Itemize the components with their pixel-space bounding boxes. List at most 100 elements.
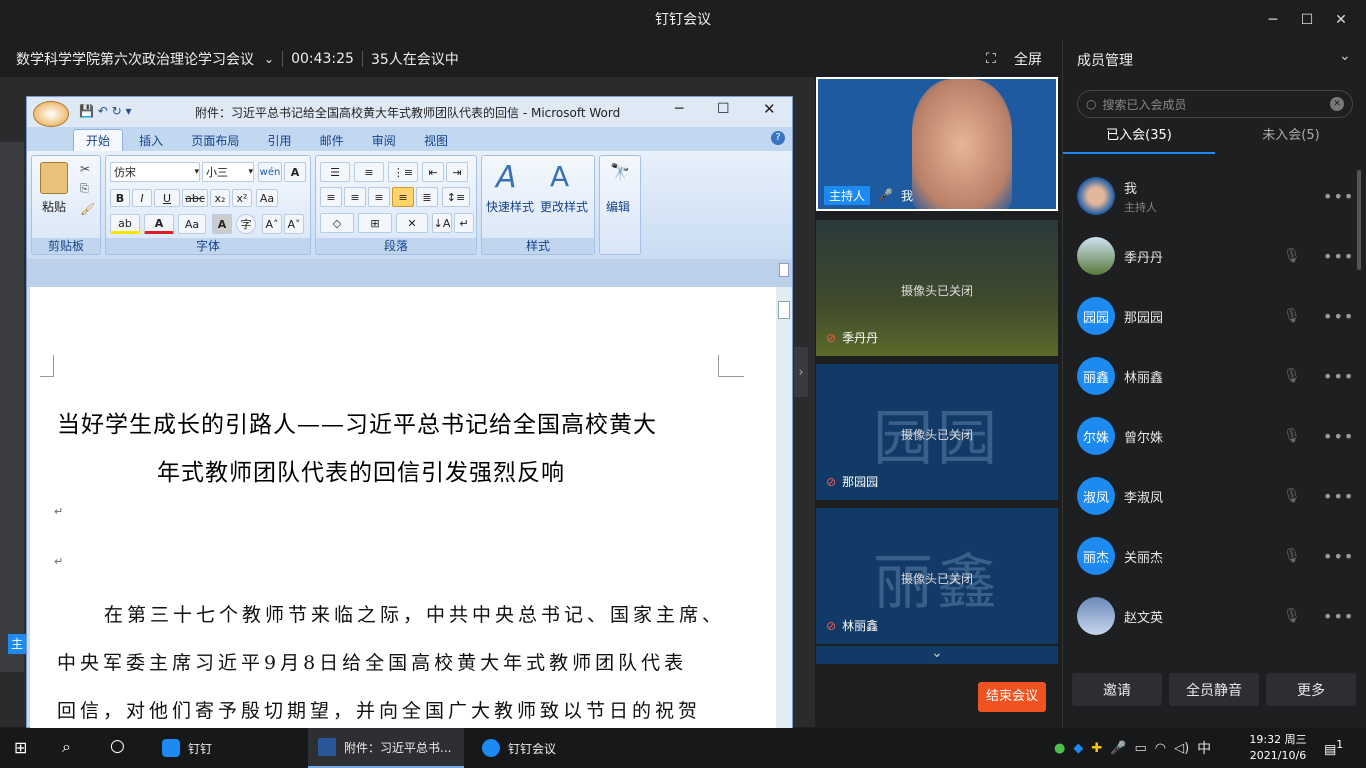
- invite-button[interactable]: 邀请: [1072, 673, 1162, 706]
- windows-start-icon[interactable]: ⊞: [14, 738, 27, 757]
- increase-indent-icon[interactable]: ⇥: [446, 162, 468, 182]
- cut-icon[interactable]: ✂: [80, 162, 90, 176]
- fullscreen-button[interactable]: 全屏: [1014, 49, 1042, 69]
- font-color-icon[interactable]: A: [144, 214, 174, 234]
- member-row[interactable]: 丽鑫 林丽鑫 🎙 •••: [1077, 346, 1357, 406]
- phonetic-guide-icon[interactable]: wén: [258, 162, 282, 182]
- search-icon[interactable]: ⌕: [62, 737, 71, 757]
- bold-icon[interactable]: B: [110, 189, 130, 207]
- member-row[interactable]: 尔姝 曾尔姝 🎙 •••: [1077, 406, 1357, 466]
- battery-icon[interactable]: ▭: [1134, 741, 1146, 756]
- subscript-icon[interactable]: x₂: [210, 189, 230, 207]
- word-close-button[interactable]: ✕: [763, 100, 776, 118]
- quick-styles-icon[interactable]: A: [496, 160, 517, 195]
- member-search-input[interactable]: ○ 搜索已入会成员 ✕: [1077, 90, 1353, 118]
- font-name-select[interactable]: 仿宋 ▾: [110, 162, 200, 182]
- decrease-indent-icon[interactable]: ⇤: [422, 162, 444, 182]
- enclose-char-icon[interactable]: 字: [236, 214, 256, 234]
- shrink-font-icon[interactable]: A˅: [284, 214, 304, 234]
- tab-references[interactable]: 引用: [255, 129, 303, 153]
- char-shading-icon[interactable]: A: [212, 214, 232, 234]
- more-icon[interactable]: •••: [1323, 487, 1354, 506]
- more-button[interactable]: 更多: [1266, 673, 1356, 706]
- align-left-icon[interactable]: ≡: [320, 187, 342, 207]
- quick-styles-button[interactable]: 快速样式: [486, 198, 534, 215]
- help-icon[interactable]: ?: [771, 131, 785, 145]
- chevron-down-icon[interactable]: ⌄: [264, 52, 274, 66]
- paste-button[interactable]: 粘贴: [42, 198, 66, 215]
- multilevel-list-icon[interactable]: ⋮≡: [388, 162, 418, 182]
- close-button[interactable]: ✕: [1318, 0, 1364, 40]
- dingtalk-tray-icon[interactable]: ◆: [1073, 741, 1083, 756]
- clear-format-icon[interactable]: Aa: [256, 189, 278, 207]
- quick-access-icon[interactable]: 💾 ↶ ↻ ▾: [79, 104, 132, 118]
- video-tile-linlixin[interactable]: 丽鑫 摄像头已关闭 ⊘ 林丽鑫: [816, 508, 1058, 644]
- taskbar-app-dingtalk-meeting[interactable]: 钉钉会议: [472, 728, 624, 768]
- strikethrough-icon[interactable]: abc: [182, 189, 208, 207]
- more-icon[interactable]: •••: [1323, 307, 1354, 326]
- ime-indicator[interactable]: 中: [1197, 738, 1211, 758]
- host-video-tile[interactable]: 主持人 🎤 我: [816, 77, 1058, 211]
- bullets-icon[interactable]: ☰: [320, 162, 350, 182]
- tab-joined[interactable]: 已入会(35): [1063, 124, 1215, 154]
- video-tile-nayuanyuan[interactable]: 园园 摄像头已关闭 ⊘ 那园园: [816, 364, 1058, 500]
- tab-review[interactable]: 审阅: [360, 129, 408, 153]
- scroll-down-icon[interactable]: ⌄: [816, 646, 1058, 664]
- tab-insert[interactable]: 插入: [127, 129, 175, 153]
- highlight-icon[interactable]: ab: [110, 214, 140, 234]
- font-size-select[interactable]: 小三 ▾: [202, 162, 254, 182]
- task-view-icon[interactable]: ○: [110, 736, 125, 756]
- member-row[interactable]: 我 主持人 •••: [1077, 166, 1357, 226]
- taskbar-app-dingtalk[interactable]: 钉钉: [152, 728, 304, 768]
- numbering-icon[interactable]: ≡: [354, 162, 384, 182]
- align-center-icon[interactable]: ≡: [344, 187, 366, 207]
- wechat-icon[interactable]: ●: [1054, 741, 1065, 756]
- chinese-layout-icon[interactable]: ✕: [396, 213, 428, 233]
- tab-page-layout[interactable]: 页面布局: [179, 129, 251, 153]
- char-border-icon[interactable]: A: [284, 162, 306, 182]
- tab-home[interactable]: 开始: [73, 129, 124, 152]
- more-icon[interactable]: •••: [1323, 187, 1354, 206]
- underline-icon[interactable]: U: [154, 189, 180, 207]
- member-row[interactable]: 园园 那园园 🎙 •••: [1077, 286, 1357, 346]
- mic-icon[interactable]: 🎤: [1110, 741, 1126, 756]
- mute-all-button[interactable]: 全员静音: [1169, 673, 1259, 706]
- borders-icon[interactable]: ⊞: [358, 213, 392, 233]
- justify-icon[interactable]: ≡: [392, 187, 414, 207]
- taskbar-app-word[interactable]: 附件：习近平总书...: [308, 728, 464, 768]
- clock[interactable]: 19:32 周三 2021/10/6: [1246, 732, 1310, 764]
- distributed-icon[interactable]: ≣: [416, 187, 438, 207]
- format-painter-icon[interactable]: 🖌: [80, 202, 95, 216]
- word-minimize-button[interactable]: ─: [675, 101, 683, 117]
- scroll-thumb[interactable]: [778, 301, 790, 319]
- document-scrollbar[interactable]: [776, 287, 792, 729]
- app-tray-icon[interactable]: ✚: [1091, 741, 1102, 756]
- binoculars-icon[interactable]: 🔭: [610, 162, 630, 181]
- office-button-icon[interactable]: [33, 101, 69, 127]
- member-row[interactable]: 淑凤 李淑凤 🎙 •••: [1077, 466, 1357, 526]
- member-list-scrollbar[interactable]: [1357, 170, 1361, 270]
- shading-icon[interactable]: ◇: [320, 213, 354, 233]
- ruler-toggle-icon[interactable]: [779, 263, 789, 277]
- wifi-icon[interactable]: ◠: [1155, 741, 1166, 756]
- end-meeting-button[interactable]: 结束会议: [978, 682, 1046, 712]
- more-icon[interactable]: •••: [1323, 367, 1354, 386]
- align-right-icon[interactable]: ≡: [368, 187, 390, 207]
- video-tile-jidandan[interactable]: 摄像头已关闭 ⊘ 季丹丹: [816, 220, 1058, 356]
- collapse-arrow-icon[interactable]: ›: [794, 347, 808, 397]
- paste-icon[interactable]: [40, 162, 68, 194]
- change-styles-button[interactable]: 更改样式: [540, 198, 588, 215]
- line-spacing-icon[interactable]: ↕≡: [442, 187, 470, 207]
- more-icon[interactable]: •••: [1323, 247, 1354, 266]
- document-page[interactable]: 当好学生成长的引路人——习近平总书记给全国高校黄大 年式教师团队代表的回信引发强…: [30, 287, 776, 729]
- change-styles-icon[interactable]: A: [550, 160, 569, 193]
- change-case-icon[interactable]: Aa: [178, 214, 206, 234]
- show-marks-icon[interactable]: ↵: [454, 213, 474, 233]
- tab-not-joined[interactable]: 未入会(5): [1215, 124, 1366, 154]
- notification-icon[interactable]: ▤1: [1324, 738, 1343, 757]
- copy-icon[interactable]: ⎘: [80, 182, 89, 196]
- clear-icon[interactable]: ✕: [1330, 97, 1344, 111]
- tab-mailings[interactable]: 邮件: [308, 129, 356, 153]
- member-row[interactable]: 季丹丹 🎙 •••: [1077, 226, 1357, 286]
- edit-button[interactable]: 编辑: [606, 198, 630, 215]
